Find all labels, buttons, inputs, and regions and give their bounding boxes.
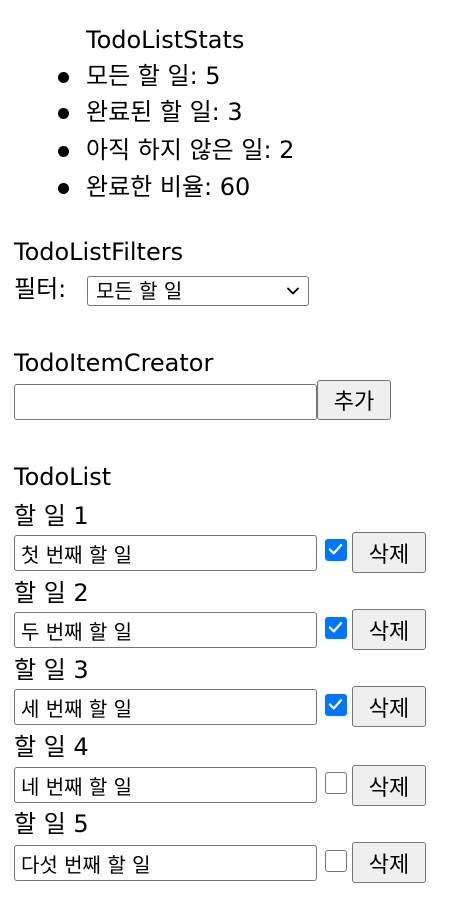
filter-select[interactable]: 모든 할 일 bbox=[87, 276, 309, 306]
new-todo-input[interactable] bbox=[14, 384, 317, 420]
todo-item-label: 할 일 2 bbox=[14, 579, 89, 607]
stat-total: 모든 할 일: 5 bbox=[58, 64, 221, 88]
add-todo-button[interactable]: 추가 bbox=[317, 380, 391, 420]
stats-title: TodoListStats bbox=[86, 26, 245, 54]
todo-item-checkbox[interactable] bbox=[325, 539, 347, 561]
page: TodoListStats 모든 할 일: 5 완료된 할 일: 3 아직 하지… bbox=[0, 0, 450, 905]
todo-list-title: TodoList bbox=[14, 463, 112, 491]
bullet-icon bbox=[58, 183, 69, 194]
delete-todo-button[interactable]: 삭제 bbox=[352, 532, 426, 573]
todo-item-label: 할 일 3 bbox=[14, 656, 89, 684]
todo-item-checkbox[interactable] bbox=[325, 617, 347, 639]
bullet-icon bbox=[58, 108, 69, 119]
stat-completed: 완료된 할 일: 3 bbox=[58, 100, 243, 124]
todo-item-label: 할 일 1 bbox=[14, 502, 89, 530]
filters-title: TodoListFilters bbox=[14, 238, 184, 266]
todo-item-label: 할 일 4 bbox=[14, 733, 89, 761]
stat-uncompleted: 아직 하지 않은 일: 2 bbox=[58, 138, 294, 162]
check-icon bbox=[328, 699, 343, 710]
filter-selected-value: 모든 할 일 bbox=[96, 279, 183, 303]
todo-item-checkbox[interactable] bbox=[325, 850, 347, 872]
filter-label: 필터: bbox=[14, 275, 67, 303]
todo-item-text-input[interactable] bbox=[14, 767, 317, 803]
check-icon bbox=[328, 544, 343, 555]
delete-todo-button[interactable]: 삭제 bbox=[352, 609, 426, 650]
chevron-down-icon bbox=[287, 287, 299, 295]
todo-item-text-input[interactable] bbox=[14, 612, 317, 648]
todo-item-label: 할 일 5 bbox=[14, 810, 89, 838]
delete-todo-button[interactable]: 삭제 bbox=[352, 842, 426, 883]
delete-todo-button[interactable]: 삭제 bbox=[352, 686, 426, 727]
bullet-icon bbox=[58, 146, 69, 157]
todo-item-text-input[interactable] bbox=[14, 689, 317, 725]
delete-todo-button[interactable]: 삭제 bbox=[352, 765, 426, 806]
todo-item-checkbox[interactable] bbox=[325, 772, 347, 794]
check-icon bbox=[328, 622, 343, 633]
bullet-icon bbox=[58, 72, 69, 83]
todo-item-text-input[interactable] bbox=[14, 845, 317, 881]
todo-item-text-input[interactable] bbox=[14, 535, 317, 571]
stat-percent: 완료한 비율: 60 bbox=[58, 175, 250, 199]
todo-item-checkbox[interactable] bbox=[325, 694, 347, 716]
creator-title: TodoItemCreator bbox=[14, 349, 214, 377]
